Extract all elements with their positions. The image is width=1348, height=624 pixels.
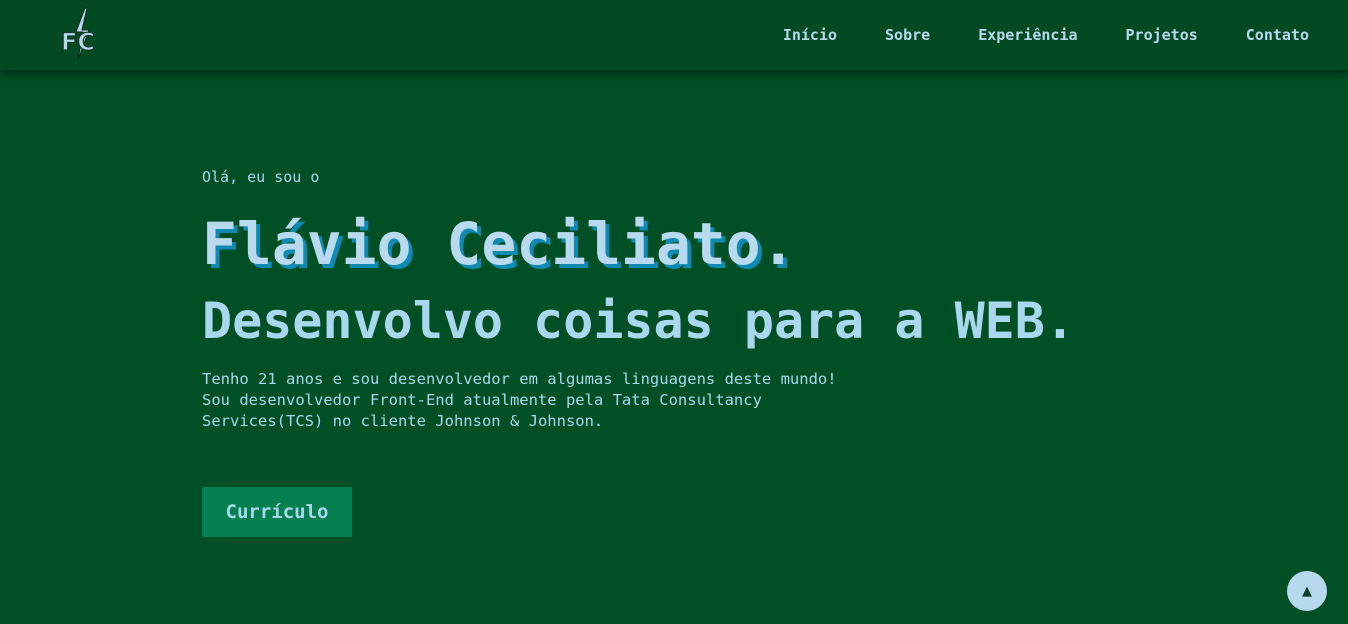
hero-description: Tenho 21 anos e sou desenvolvedor em alg… bbox=[202, 369, 902, 432]
curriculum-button[interactable]: Currículo bbox=[202, 487, 352, 537]
nav-link-projetos[interactable]: Projetos bbox=[1126, 26, 1198, 44]
nav-link-sobre[interactable]: Sobre bbox=[885, 26, 930, 44]
description-line: Services(TCS) no cliente Johnson & Johns… bbox=[202, 412, 604, 430]
description-line: Tenho 21 anos e sou desenvolvedor em alg… bbox=[202, 370, 837, 388]
navbar: FC Início Sobre Experiência Projetos Con… bbox=[0, 0, 1348, 70]
svg-text:FC: FC bbox=[61, 28, 95, 56]
nav-menu: Início Sobre Experiência Projetos Contat… bbox=[735, 0, 1309, 70]
arrow-up-icon: ▲ bbox=[1302, 583, 1312, 599]
nav-link-inicio[interactable]: Início bbox=[783, 26, 837, 44]
scroll-to-top-button[interactable]: ▲ bbox=[1287, 571, 1327, 611]
description-line: Sou desenvolvedor Front-End atualmente p… bbox=[202, 391, 762, 409]
page: FC Início Sobre Experiência Projetos Con… bbox=[0, 0, 1348, 624]
nav-link-contato[interactable]: Contato bbox=[1246, 26, 1309, 44]
hero-name: Flávio Ceciliato. bbox=[202, 210, 796, 278]
lightning-logo-icon: FC bbox=[60, 7, 96, 61]
hero-tagline: Desenvolvo coisas para a WEB. bbox=[202, 292, 1075, 350]
logo[interactable]: FC bbox=[58, 6, 108, 62]
hero-greeting: Olá, eu sou o bbox=[202, 168, 320, 186]
nav-link-experiencia[interactable]: Experiência bbox=[978, 26, 1077, 44]
